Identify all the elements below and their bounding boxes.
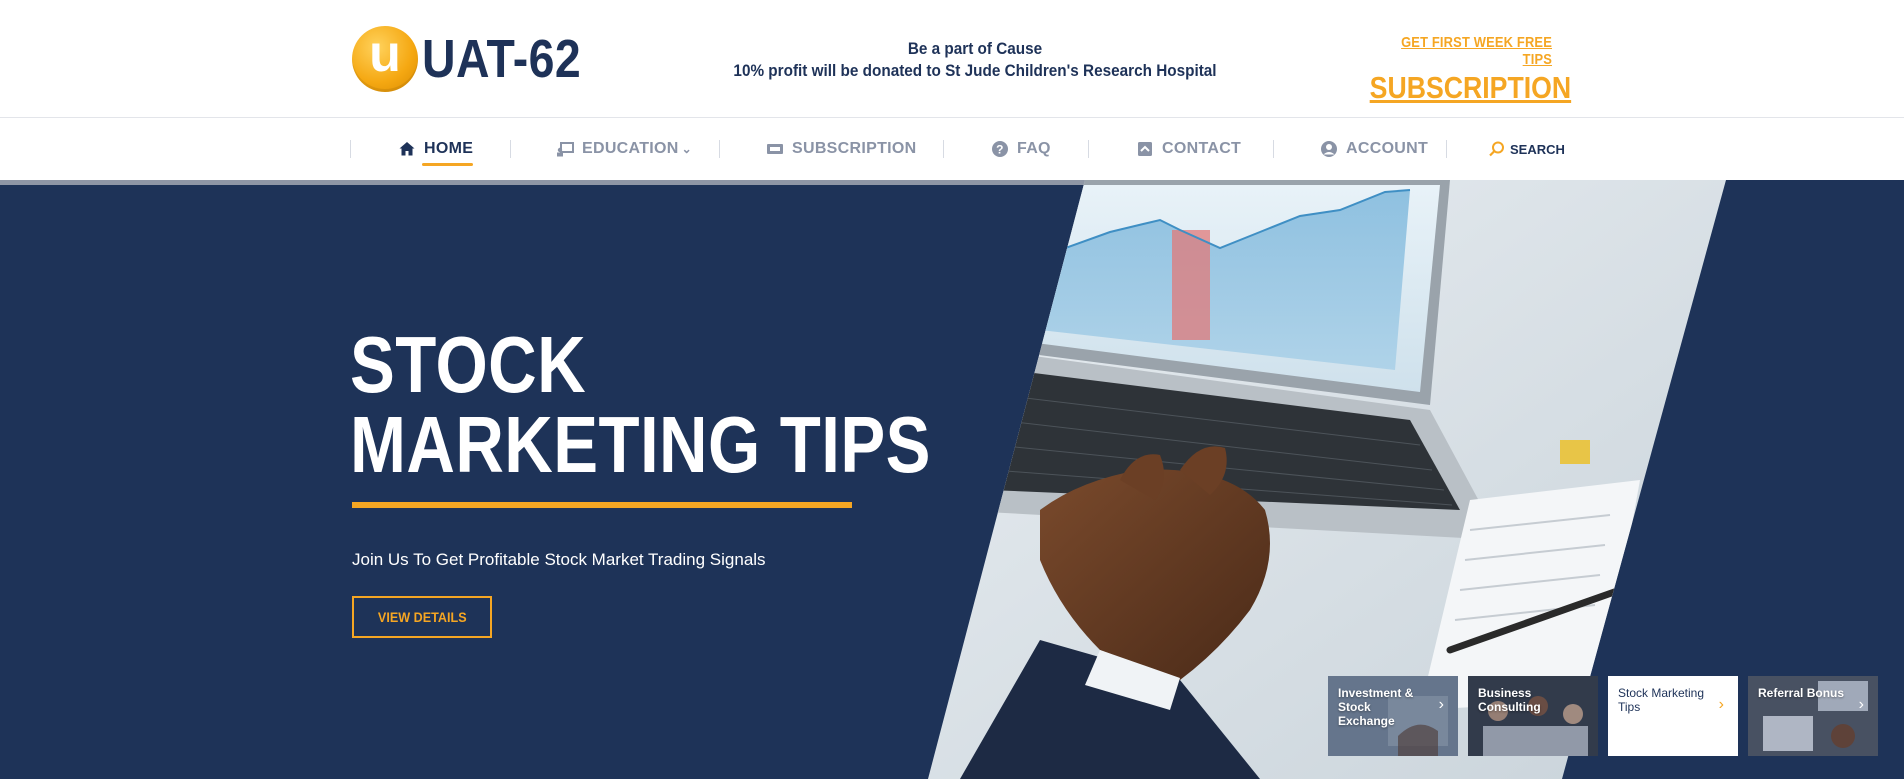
logo-text: UAT-62 [422, 29, 582, 89]
view-details-label: VIEW DETAILS [377, 609, 467, 625]
nav-label-education: EDUCATION [582, 140, 679, 157]
nav-divider [350, 140, 351, 158]
subscription-link[interactable]: SUBSCRIPTION [1370, 70, 1571, 106]
main-nav: HOME EDUCATION ⌄ SUBSCRIPTION ? FAQ CONT… [0, 118, 1904, 180]
slide-thumb-referral[interactable]: Referral Bonus › [1748, 676, 1878, 756]
nav-label-home: HOME [424, 140, 474, 157]
nav-divider [719, 140, 720, 158]
site-logo[interactable]: u UAT-62 [352, 26, 607, 92]
search-icon [1488, 140, 1506, 158]
site-header: u UAT-62 Be a part of Cause 10% profit w… [0, 0, 1904, 118]
nav-item-subscription[interactable]: SUBSCRIPTION [766, 118, 917, 180]
hero-title-line-2: MARKETING TIPS [350, 400, 931, 489]
charity-line-1: Be a part of Cause [907, 39, 1043, 58]
education-icon [556, 140, 574, 158]
svg-text:?: ? [996, 143, 1004, 157]
nav-divider [1273, 140, 1274, 158]
hero-slider: STOCK MARKETING TIPS Join Us To Get Prof… [0, 180, 1904, 779]
thumb-label: Stock Marketing Tips [1618, 686, 1705, 714]
nav-item-faq[interactable]: ? FAQ [991, 118, 1051, 180]
subscription-promo: GET FIRST WEEK FREE TIPS SUBSCRIPTION [1340, 34, 1571, 106]
slide-thumb-investment[interactable]: Investment & Stock Exchange › [1328, 676, 1458, 756]
nav-item-account[interactable]: ACCOUNT [1320, 118, 1428, 180]
chevron-right-icon: › [1438, 696, 1444, 713]
free-tips-link[interactable]: GET FIRST WEEK FREE TIPS [1370, 34, 1552, 68]
chevron-right-icon: › [1718, 696, 1724, 713]
view-details-button[interactable]: VIEW DETAILS [352, 596, 492, 638]
hero-title-line-1: STOCK [350, 320, 587, 409]
logo-letter: u [369, 25, 401, 83]
charity-notice: Be a part of Cause 10% profit will be do… [700, 38, 1250, 82]
nav-item-home[interactable]: HOME [398, 118, 474, 180]
nav-label-account: ACCOUNT [1346, 140, 1429, 157]
nav-item-education[interactable]: EDUCATION ⌄ [556, 118, 692, 180]
thumb-label: Referral Bonus [1758, 686, 1845, 700]
search-label: SEARCH [1510, 141, 1565, 157]
user-icon [1320, 140, 1338, 158]
nav-label-subscription: SUBSCRIPTION [792, 140, 917, 157]
hero-subtitle: Join Us To Get Profitable Stock Market T… [352, 550, 766, 569]
nav-label-contact: CONTACT [1162, 140, 1242, 157]
hero-title: STOCK MARKETING TIPS [350, 325, 1041, 485]
nav-label-faq: FAQ [1017, 140, 1051, 157]
ticket-icon [766, 140, 784, 158]
hero-title-underline [352, 502, 852, 508]
nav-divider [943, 140, 944, 158]
charity-line-2: 10% profit will be donated to St Jude Ch… [733, 61, 1217, 80]
nav-item-contact[interactable]: CONTACT [1136, 118, 1241, 180]
slide-thumb-stock-tips[interactable]: Stock Marketing Tips › [1608, 676, 1738, 756]
nav-divider [1088, 140, 1089, 158]
logo-badge-icon: u [352, 26, 418, 92]
chevron-right-icon: › [1858, 696, 1864, 713]
thumb-label: Investment & Stock Exchange [1338, 686, 1414, 728]
nav-divider [510, 140, 511, 158]
question-icon: ? [991, 140, 1009, 158]
contact-icon [1136, 140, 1154, 158]
thumb-label: Business Consulting [1478, 686, 1541, 714]
slide-thumb-consulting[interactable]: Business Consulting [1468, 676, 1598, 756]
nav-divider [1446, 140, 1447, 158]
search-button[interactable]: SEARCH [1488, 118, 1565, 180]
home-icon [398, 140, 416, 158]
chevron-down-icon: ⌄ [681, 142, 692, 156]
